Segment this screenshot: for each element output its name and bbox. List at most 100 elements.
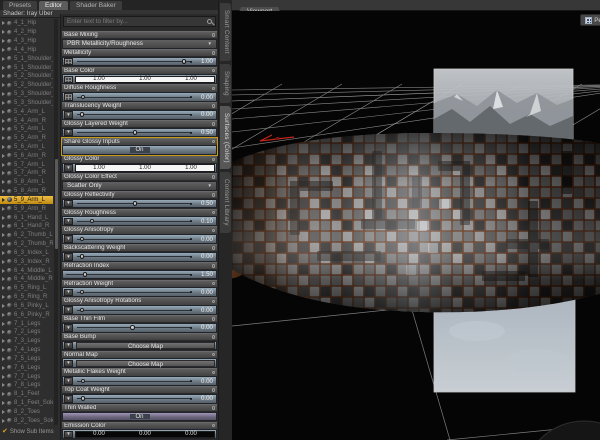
surface-list-item[interactable]: 5_4_Arm_L xyxy=(0,107,53,116)
surface-list-item[interactable]: 5_5_Arm_L xyxy=(0,125,53,134)
choose-map-button[interactable]: Choose Map xyxy=(76,341,215,350)
expand-icon[interactable] xyxy=(2,233,5,238)
slider-knob[interactable] xyxy=(80,396,86,401)
surface-list-item[interactable]: 6_5_Ring_R xyxy=(0,293,53,302)
surface-list-item[interactable]: 5_6_Arm_L xyxy=(0,143,53,152)
parameter-settings-icon[interactable] xyxy=(211,406,215,410)
slider-knob[interactable] xyxy=(80,378,86,384)
dropdown-glossy-color-effect[interactable]: Scatter Only ▼ xyxy=(62,180,217,191)
parameter-settings-icon[interactable] xyxy=(211,139,215,144)
property-control[interactable]: ▼ 0.50 xyxy=(62,127,217,138)
expand-icon[interactable] xyxy=(2,136,5,141)
property-control[interactable]: ▼ 0.00 xyxy=(62,234,217,244)
property-control[interactable]: ▼ 0.00 xyxy=(62,393,217,404)
parameter-settings-icon[interactable] xyxy=(211,246,215,250)
slider-knob[interactable] xyxy=(79,254,85,259)
surface-list-item[interactable]: 5_9_Arm_R xyxy=(0,204,53,213)
surface-list-item[interactable]: 7_2_Legs xyxy=(0,328,53,337)
property-control[interactable]: 1.50 xyxy=(62,269,217,280)
vtab-surfaces-color[interactable]: Surfaces (Color) xyxy=(220,105,231,170)
surface-list-item[interactable]: 6_3_Index_L xyxy=(0,249,53,258)
parameter-dropdown-button[interactable]: ▼ xyxy=(64,111,73,119)
slider-track[interactable] xyxy=(77,200,192,207)
expand-icon[interactable] xyxy=(2,374,5,379)
surface-list-item[interactable]: 4_4_Hip xyxy=(0,45,53,54)
surface-list-item[interactable]: 5_3_Shoulder_R xyxy=(0,98,53,107)
expand-icon[interactable] xyxy=(2,162,5,167)
expand-icon[interactable] xyxy=(2,286,5,291)
property-control[interactable]: ▼ 0.00 xyxy=(62,305,217,315)
expand-icon[interactable] xyxy=(2,250,5,255)
surface-list-item[interactable]: 7_1_Legs xyxy=(0,319,53,328)
slider-track[interactable] xyxy=(77,111,192,118)
vtab-content-library[interactable]: Content Library xyxy=(220,172,231,234)
expand-icon[interactable] xyxy=(2,189,5,194)
surface-list-item[interactable]: 6_2_Thumb_R xyxy=(0,240,53,249)
color-swatch-bar[interactable]: 0.00 0.00 0.00 xyxy=(75,430,215,439)
parameter-settings-icon[interactable] xyxy=(211,122,215,126)
tab-shader-baker[interactable]: Shader Baker xyxy=(70,0,122,10)
parameter-dropdown-button[interactable]: ▼ xyxy=(64,288,73,297)
expand-icon[interactable] xyxy=(2,65,5,70)
surface-list-item[interactable]: 5_5_Arm_R xyxy=(0,134,53,143)
expand-icon[interactable] xyxy=(2,206,5,211)
property-control[interactable]: ▼ 0.50 xyxy=(62,198,217,209)
vtab-smart-content[interactable]: Smart Content xyxy=(220,3,231,61)
expand-icon[interactable] xyxy=(2,242,5,247)
surface-list-item[interactable]: 5_2_Shoulder_R xyxy=(0,81,53,90)
dropdown-base-mixing[interactable]: PBR Metallicity/Roughness ▼ xyxy=(62,38,217,49)
expand-icon[interactable] xyxy=(2,365,5,370)
parameter-settings-icon[interactable] xyxy=(211,157,215,162)
expand-icon[interactable] xyxy=(2,268,5,273)
surface-list-item[interactable]: 5_6_Arm_R xyxy=(0,151,53,160)
slider-track[interactable] xyxy=(77,218,192,225)
slider-knob[interactable] xyxy=(181,59,187,64)
parameter-settings-icon[interactable] xyxy=(211,33,215,37)
parameter-settings-icon[interactable] xyxy=(211,335,215,339)
expand-icon[interactable] xyxy=(2,409,5,414)
slider-knob[interactable] xyxy=(130,325,135,330)
parameter-dropdown-button[interactable]: ▼ xyxy=(64,235,73,243)
surface-list-item[interactable]: 6_1_Hand_R xyxy=(0,222,53,231)
slider-track[interactable] xyxy=(77,307,192,314)
slider-track[interactable] xyxy=(77,378,192,385)
surface-list-item[interactable]: 7_4_Legs xyxy=(0,346,53,355)
expand-icon[interactable] xyxy=(2,401,5,406)
parameter-settings-icon[interactable] xyxy=(211,264,215,268)
expand-icon[interactable] xyxy=(2,339,5,344)
color-swatch-bar[interactable]: 1.00 1.00 1.00 xyxy=(75,164,215,172)
property-control[interactable]: ▼ 0.00 xyxy=(62,251,217,262)
surface-list-item[interactable]: 5_8_Arm_R xyxy=(0,187,53,196)
scrollbar-thumb[interactable] xyxy=(54,159,58,249)
surface-list-item[interactable]: 6_6_Pinky_R xyxy=(0,310,53,319)
surface-list-item[interactable]: 4_2_Hip xyxy=(0,28,53,37)
parameter-settings-icon[interactable] xyxy=(211,193,215,197)
surface-list-item[interactable]: 5_1_Shoulder_L xyxy=(0,54,53,63)
surface-list-item[interactable]: 8_1_Feet xyxy=(0,390,53,399)
parameter-dropdown-button[interactable]: ▼ xyxy=(64,359,73,368)
viewport-canvas[interactable]: Per xyxy=(232,11,600,440)
slider-track[interactable] xyxy=(77,253,192,260)
expand-icon[interactable] xyxy=(2,74,5,79)
slider-track[interactable] xyxy=(77,94,192,101)
surface-list-item[interactable]: 6_1_Hand_L xyxy=(0,213,53,222)
expand-icon[interactable] xyxy=(2,392,5,397)
parameter-settings-icon[interactable] xyxy=(211,51,215,55)
parameter-settings-icon[interactable] xyxy=(211,370,215,375)
expand-icon[interactable] xyxy=(2,348,5,353)
expand-icon[interactable] xyxy=(2,259,5,264)
parameter-settings-icon[interactable] xyxy=(211,388,215,392)
expand-icon[interactable] xyxy=(2,39,5,44)
expand-icon[interactable] xyxy=(2,83,5,88)
expand-icon[interactable] xyxy=(2,47,5,52)
expand-icon[interactable] xyxy=(2,383,5,388)
parameter-settings-icon[interactable] xyxy=(211,228,215,233)
filter-input[interactable]: Enter text to filter by... xyxy=(63,16,216,27)
expand-icon[interactable] xyxy=(2,127,5,132)
parameter-settings-icon[interactable] xyxy=(211,423,215,428)
surface-list-item[interactable]: 6_4_Middle_R xyxy=(0,275,53,284)
surface-list-item[interactable]: 5_1_Shoulder_R xyxy=(0,63,53,72)
slider-track[interactable] xyxy=(77,129,192,136)
surface-list-item[interactable]: 7_7_Legs xyxy=(0,372,53,381)
parameter-settings-icon[interactable] xyxy=(211,86,215,91)
